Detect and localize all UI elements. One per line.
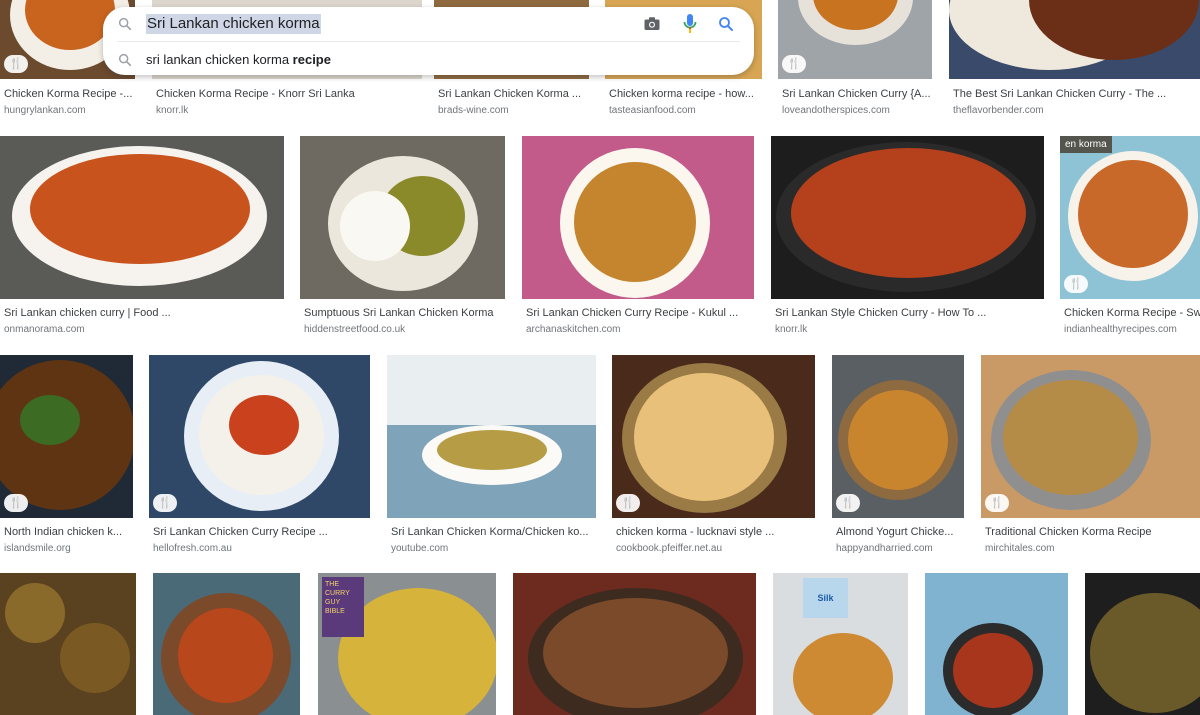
camera-icon[interactable] [643, 15, 661, 33]
result-thumbnail[interactable] [0, 573, 136, 715]
divider [117, 41, 740, 42]
result-domain: archanaskitchen.com [526, 324, 621, 335]
result-domain: youtube.com [391, 543, 449, 554]
suggestion-prefix: sri lankan chicken korma [146, 52, 293, 67]
image-result[interactable]: 🍴 Traditional Chicken Korma Recipe mirch… [981, 355, 1200, 555]
result-title[interactable]: Sri Lankan Chicken Curry {A... [782, 87, 932, 101]
result-title[interactable]: Sumptuous Sri Lankan Chicken Korma [304, 306, 505, 320]
result-title[interactable]: Chicken korma recipe - how... [609, 87, 762, 101]
search-suggestion[interactable]: sri lankan chicken korma recipe [103, 48, 754, 72]
search-button-icon[interactable] [717, 15, 735, 33]
result-domain: knorr.lk [775, 324, 808, 335]
result-thumbnail[interactable]: 🍴 [832, 355, 964, 518]
result-title[interactable]: Traditional Chicken Korma Recipe [985, 525, 1200, 539]
recipe-badge-icon: 🍴 [985, 494, 1009, 512]
result-thumbnail[interactable]: en korma 🍴 [1060, 136, 1200, 299]
result-domain: mirchitales.com [985, 543, 1055, 554]
result-title[interactable]: Sri Lankan chicken curry | Food ... [4, 306, 284, 320]
result-thumbnail[interactable]: 🍴 [981, 355, 1200, 518]
result-thumbnail[interactable] [949, 0, 1200, 79]
result-thumbnail[interactable]: 🍴 [778, 0, 932, 79]
recipe-badge-icon: 🍴 [782, 55, 806, 73]
search-icon [118, 53, 132, 67]
result-domain: theflavorbender.com [953, 105, 1044, 116]
search-panel: Sri Lankan chicken korma sri lankan chic… [103, 7, 754, 75]
result-title[interactable]: Sri Lankan Style Chicken Curry - How To … [775, 306, 1044, 320]
overlay-label: en korma [1060, 136, 1112, 153]
image-result[interactable]: Sri Lankan Chicken Curry Recipe - Kukul … [522, 136, 754, 336]
search-icon [118, 17, 132, 31]
image-result[interactable]: 🍴 Sri Lankan Chicken Curry {A... loveand… [778, 0, 932, 120]
image-result[interactable]: The Best Sri Lankan Chicken Curry - The … [949, 0, 1200, 120]
image-result[interactable]: Sumptuous Sri Lankan Chicken Korma hidde… [300, 136, 505, 336]
image-result[interactable]: 🍴 Sri Lankan Chicken Curry Recipe ... he… [149, 355, 370, 555]
recipe-badge-icon: 🍴 [836, 494, 860, 512]
result-title[interactable]: chicken korma - lucknavi style ... [616, 525, 815, 539]
suggestion-bold: recipe [292, 52, 331, 67]
result-title[interactable]: North Indian chicken k... [4, 525, 133, 539]
result-domain: hellofresh.com.au [153, 543, 232, 554]
result-domain: happyandharried.com [836, 543, 933, 554]
recipe-badge-icon: 🍴 [1064, 275, 1088, 293]
result-title[interactable]: Sri Lankan Chicken Curry Recipe ... [153, 525, 370, 539]
result-domain: hungrylankan.com [4, 105, 86, 116]
recipe-badge-icon: 🍴 [153, 494, 177, 512]
recipe-badge-icon: 🍴 [4, 494, 28, 512]
result-title[interactable]: The Best Sri Lankan Chicken Curry - The … [953, 87, 1200, 101]
result-thumbnail[interactable] [387, 355, 596, 518]
result-thumbnail[interactable] [300, 136, 505, 299]
image-result[interactable]: Sri Lankan Style Chicken Curry - How To … [771, 136, 1044, 336]
image-result[interactable]: 🍴 chicken korma - lucknavi style ... coo… [612, 355, 815, 555]
result-thumbnail[interactable]: THE CURRY GUY BIBLE [318, 573, 496, 715]
result-title[interactable]: Chicken Korma Recipe -... [4, 87, 135, 101]
product-label: Silk [803, 578, 848, 618]
result-thumbnail[interactable] [925, 573, 1068, 715]
result-thumbnail[interactable]: 🍴 [0, 355, 133, 518]
result-domain: cookbook.pfeiffer.net.au [616, 543, 723, 554]
result-thumbnail[interactable]: 🍴 [149, 355, 370, 518]
result-title[interactable]: Sri Lankan Chicken Curry Recipe - Kukul … [526, 306, 754, 320]
image-result[interactable]: Silk [773, 573, 908, 715]
image-result[interactable] [0, 573, 136, 715]
image-result[interactable] [513, 573, 756, 715]
recipe-badge-icon: 🍴 [616, 494, 640, 512]
result-domain: brads-wine.com [438, 105, 509, 116]
image-result[interactable]: en korma 🍴 Chicken Korma Recipe - Sw ind… [1060, 136, 1200, 336]
result-domain: hiddenstreetfood.co.uk [304, 324, 406, 335]
result-title[interactable]: Chicken Korma Recipe - Sw [1064, 306, 1200, 320]
image-result[interactable]: Sri Lankan Chicken Korma/Chicken ko... y… [387, 355, 596, 555]
result-title[interactable]: Sri Lankan Chicken Korma/Chicken ko... [391, 525, 596, 539]
result-domain: loveandotherspices.com [782, 105, 890, 116]
search-bar[interactable]: Sri Lankan chicken korma [103, 7, 754, 41]
result-thumbnail[interactable] [522, 136, 754, 299]
result-domain: tasteasianfood.com [609, 105, 696, 116]
result-thumbnail[interactable] [771, 136, 1044, 299]
result-title[interactable]: Chicken Korma Recipe - Knorr Sri Lanka [156, 87, 422, 101]
result-domain: knorr.lk [156, 105, 189, 116]
result-title[interactable]: Sri Lankan Chicken Korma ... [438, 87, 589, 101]
result-thumbnail[interactable]: 🍴 [612, 355, 815, 518]
image-result[interactable]: 🍴 Almond Yogurt Chicke... happyandharrie… [832, 355, 964, 555]
result-title[interactable]: Almond Yogurt Chicke... [836, 525, 964, 539]
suggestion-text: sri lankan chicken korma recipe [146, 51, 331, 69]
result-thumbnail[interactable] [0, 136, 284, 299]
result-domain: indianhealthyrecipes.com [1064, 324, 1177, 335]
recipe-badge-icon: 🍴 [4, 55, 28, 73]
book-cover: THE CURRY GUY BIBLE [322, 577, 364, 637]
image-result[interactable] [925, 573, 1068, 715]
result-thumbnail[interactable] [1085, 573, 1200, 715]
result-thumbnail[interactable] [153, 573, 300, 715]
image-result[interactable]: Sri Lankan chicken curry | Food ... onma… [0, 136, 284, 336]
search-input[interactable]: Sri Lankan chicken korma [146, 14, 321, 34]
image-result[interactable]: 🍴 North Indian chicken k... islandsmile.… [0, 355, 133, 555]
result-thumbnail[interactable] [513, 573, 756, 715]
microphone-icon[interactable] [683, 13, 697, 35]
image-result[interactable]: THE CURRY GUY BIBLE [318, 573, 496, 715]
image-result[interactable] [153, 573, 300, 715]
result-domain: onmanorama.com [4, 324, 85, 335]
image-result[interactable] [1085, 573, 1200, 715]
result-thumbnail[interactable]: Silk [773, 573, 908, 715]
result-domain: islandsmile.org [4, 543, 71, 554]
